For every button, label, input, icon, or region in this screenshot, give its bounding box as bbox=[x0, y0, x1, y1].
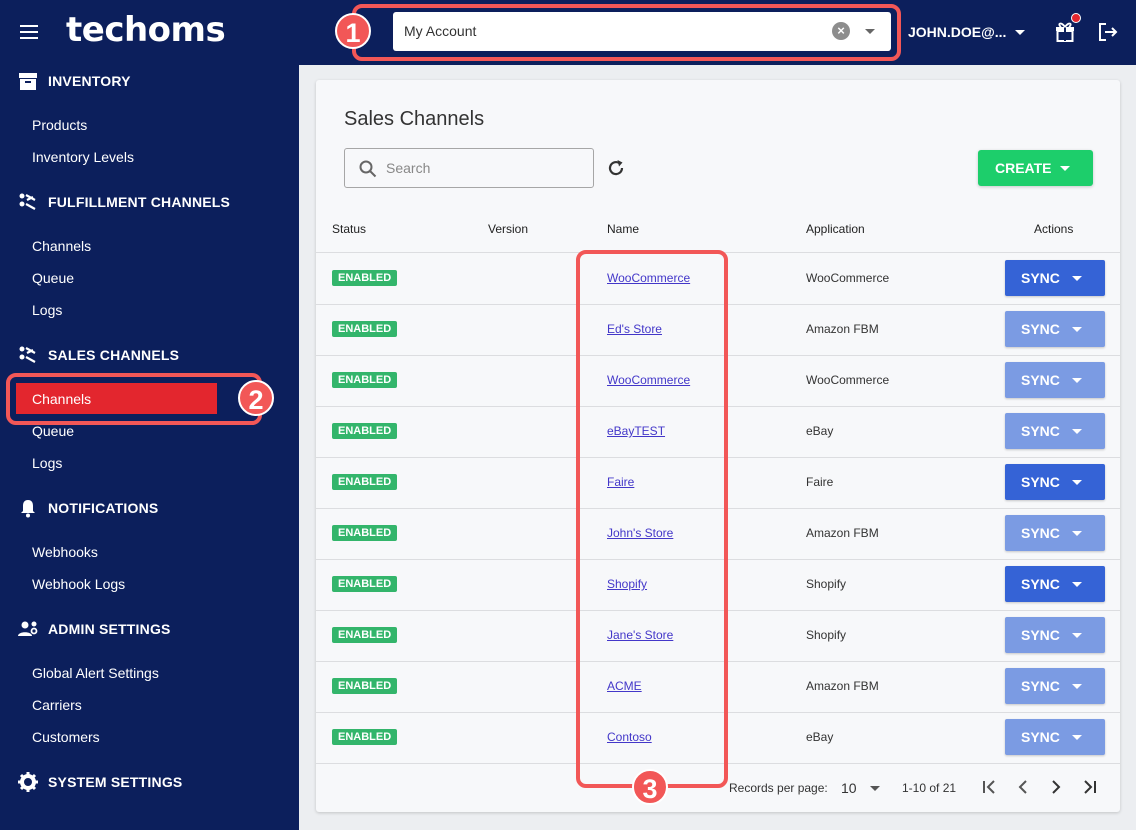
status-badge: ENABLED bbox=[332, 525, 398, 541]
sidebar-item-customers[interactable]: Customers bbox=[32, 729, 100, 745]
status-badge: ENABLED bbox=[332, 423, 398, 439]
column-header-name[interactable]: Name bbox=[607, 222, 639, 236]
application-cell: Faire bbox=[806, 475, 834, 489]
user-menu-chevron-icon[interactable] bbox=[1015, 30, 1025, 35]
sidebar-item-webhooks[interactable]: Webhooks bbox=[32, 544, 98, 560]
sidebar-item-products[interactable]: Products bbox=[32, 117, 87, 133]
sync-button[interactable]: SYNC bbox=[1005, 311, 1105, 347]
column-header-version[interactable]: Version bbox=[488, 222, 528, 236]
status-badge: ENABLED bbox=[332, 729, 398, 745]
column-header-status[interactable]: Status bbox=[332, 222, 366, 236]
sidebar-item-carriers[interactable]: Carriers bbox=[32, 697, 82, 713]
next-page-icon[interactable] bbox=[1047, 778, 1065, 796]
sync-button[interactable]: SYNC bbox=[1005, 719, 1105, 755]
application-cell: Shopify bbox=[806, 577, 847, 591]
sidebar-section-notifications[interactable]: NOTIFICATIONS bbox=[17, 497, 158, 519]
callout-number-1: 1 bbox=[335, 13, 371, 49]
status-badge: ENABLED bbox=[332, 576, 398, 592]
status-badge: ENABLED bbox=[332, 678, 398, 694]
chevron-down-icon bbox=[1072, 684, 1082, 689]
callout-number-3: 3 bbox=[632, 769, 668, 805]
chevron-down-icon bbox=[1072, 582, 1082, 587]
sync-button[interactable]: SYNC bbox=[1005, 515, 1105, 551]
channels-icon bbox=[19, 193, 36, 210]
sidebar-item-global-alert-settings[interactable]: Global Alert Settings bbox=[32, 665, 159, 681]
bell-icon bbox=[21, 500, 35, 518]
admin-users-icon bbox=[18, 621, 38, 636]
callout-box-account-select bbox=[352, 4, 901, 61]
application-cell: WooCommerce bbox=[806, 373, 890, 387]
sync-button[interactable]: SYNC bbox=[1005, 617, 1105, 653]
sidebar-item-inventory-levels[interactable]: Inventory Levels bbox=[32, 149, 134, 165]
column-header-actions: Actions bbox=[1034, 222, 1074, 236]
application-cell: WooCommerce bbox=[806, 271, 890, 285]
previous-page-icon[interactable] bbox=[1014, 778, 1032, 796]
sync-button[interactable]: SYNC bbox=[1005, 668, 1105, 704]
sidebar-section-fulfillment-channels[interactable]: FULFILLMENT CHANNELS bbox=[17, 191, 230, 213]
first-page-icon[interactable] bbox=[980, 778, 998, 796]
channels-icon bbox=[19, 346, 36, 363]
chevron-down-icon[interactable] bbox=[870, 786, 880, 791]
callout-box-sales-channels bbox=[6, 373, 262, 425]
status-badge: ENABLED bbox=[332, 321, 398, 337]
status-badge: ENABLED bbox=[332, 474, 398, 490]
pagination-range: 1-10 of 21 bbox=[902, 781, 957, 795]
chevron-down-icon bbox=[1072, 480, 1082, 485]
chevron-down-icon bbox=[1072, 633, 1082, 638]
sidebar-section-inventory[interactable]: INVENTORY bbox=[17, 70, 131, 92]
sync-button[interactable]: SYNC bbox=[1005, 362, 1105, 398]
refresh-icon[interactable] bbox=[606, 158, 626, 178]
search-input[interactable] bbox=[386, 157, 581, 179]
sidebar-item-fulfillment-queue[interactable]: Queue bbox=[32, 270, 74, 286]
sidebar-item-webhook-logs[interactable]: Webhook Logs bbox=[32, 576, 125, 592]
logo: techoms bbox=[66, 10, 226, 50]
records-per-page-label: Records per page: bbox=[729, 781, 828, 795]
chevron-down-icon bbox=[1060, 166, 1070, 171]
application-cell: eBay bbox=[806, 424, 834, 438]
status-badge: ENABLED bbox=[332, 627, 398, 643]
chevron-down-icon bbox=[1072, 735, 1082, 740]
sync-button[interactable]: SYNC bbox=[1005, 260, 1105, 296]
archive-icon bbox=[19, 73, 37, 90]
records-per-page-select[interactable]: 10 bbox=[841, 780, 857, 796]
sync-button[interactable]: SYNC bbox=[1005, 413, 1105, 449]
gift-icon[interactable] bbox=[1055, 20, 1075, 42]
logout-icon[interactable] bbox=[1097, 21, 1119, 43]
chevron-down-icon bbox=[1072, 327, 1082, 332]
sidebar-section-sales-channels[interactable]: SALES CHANNELS bbox=[17, 344, 179, 366]
last-page-icon[interactable] bbox=[1081, 778, 1099, 796]
search-icon bbox=[359, 160, 377, 178]
sidebar-item-sales-queue[interactable]: Queue bbox=[32, 423, 74, 439]
chevron-down-icon bbox=[1072, 429, 1082, 434]
gear-icon bbox=[18, 772, 38, 792]
hamburger-menu-icon[interactable] bbox=[20, 25, 38, 39]
page-title: Sales Channels bbox=[344, 108, 485, 130]
search-field[interactable] bbox=[344, 148, 594, 188]
sync-button[interactable]: SYNC bbox=[1005, 464, 1105, 500]
chevron-down-icon bbox=[1072, 378, 1082, 383]
user-menu-label[interactable]: JOHN.DOE@... bbox=[908, 24, 1006, 40]
sidebar-item-fulfillment-logs[interactable]: Logs bbox=[32, 302, 62, 318]
application-cell: Shopify bbox=[806, 628, 847, 642]
status-badge: ENABLED bbox=[332, 270, 398, 286]
application-cell: Amazon FBM bbox=[806, 679, 879, 693]
sidebar-item-fulfillment-channels[interactable]: Channels bbox=[32, 238, 91, 254]
application-cell: Amazon FBM bbox=[806, 322, 879, 336]
sync-button[interactable]: SYNC bbox=[1005, 566, 1105, 602]
create-button[interactable]: CREATE bbox=[978, 150, 1093, 186]
notification-dot bbox=[1071, 13, 1081, 23]
sidebar: INVENTORY Products Inventory Levels FULF… bbox=[0, 65, 299, 830]
application-cell: Amazon FBM bbox=[806, 526, 879, 540]
status-badge: ENABLED bbox=[332, 372, 398, 388]
callout-number-2: 2 bbox=[238, 380, 274, 416]
sidebar-section-admin-settings[interactable]: ADMIN SETTINGS bbox=[17, 618, 171, 640]
sidebar-item-sales-logs[interactable]: Logs bbox=[32, 455, 62, 471]
column-header-application[interactable]: Application bbox=[806, 222, 865, 236]
application-cell: eBay bbox=[806, 730, 834, 744]
callout-box-name-column bbox=[576, 250, 728, 788]
chevron-down-icon bbox=[1072, 531, 1082, 536]
chevron-down-icon bbox=[1072, 276, 1082, 281]
sidebar-section-system-settings[interactable]: SYSTEM SETTINGS bbox=[17, 771, 182, 793]
